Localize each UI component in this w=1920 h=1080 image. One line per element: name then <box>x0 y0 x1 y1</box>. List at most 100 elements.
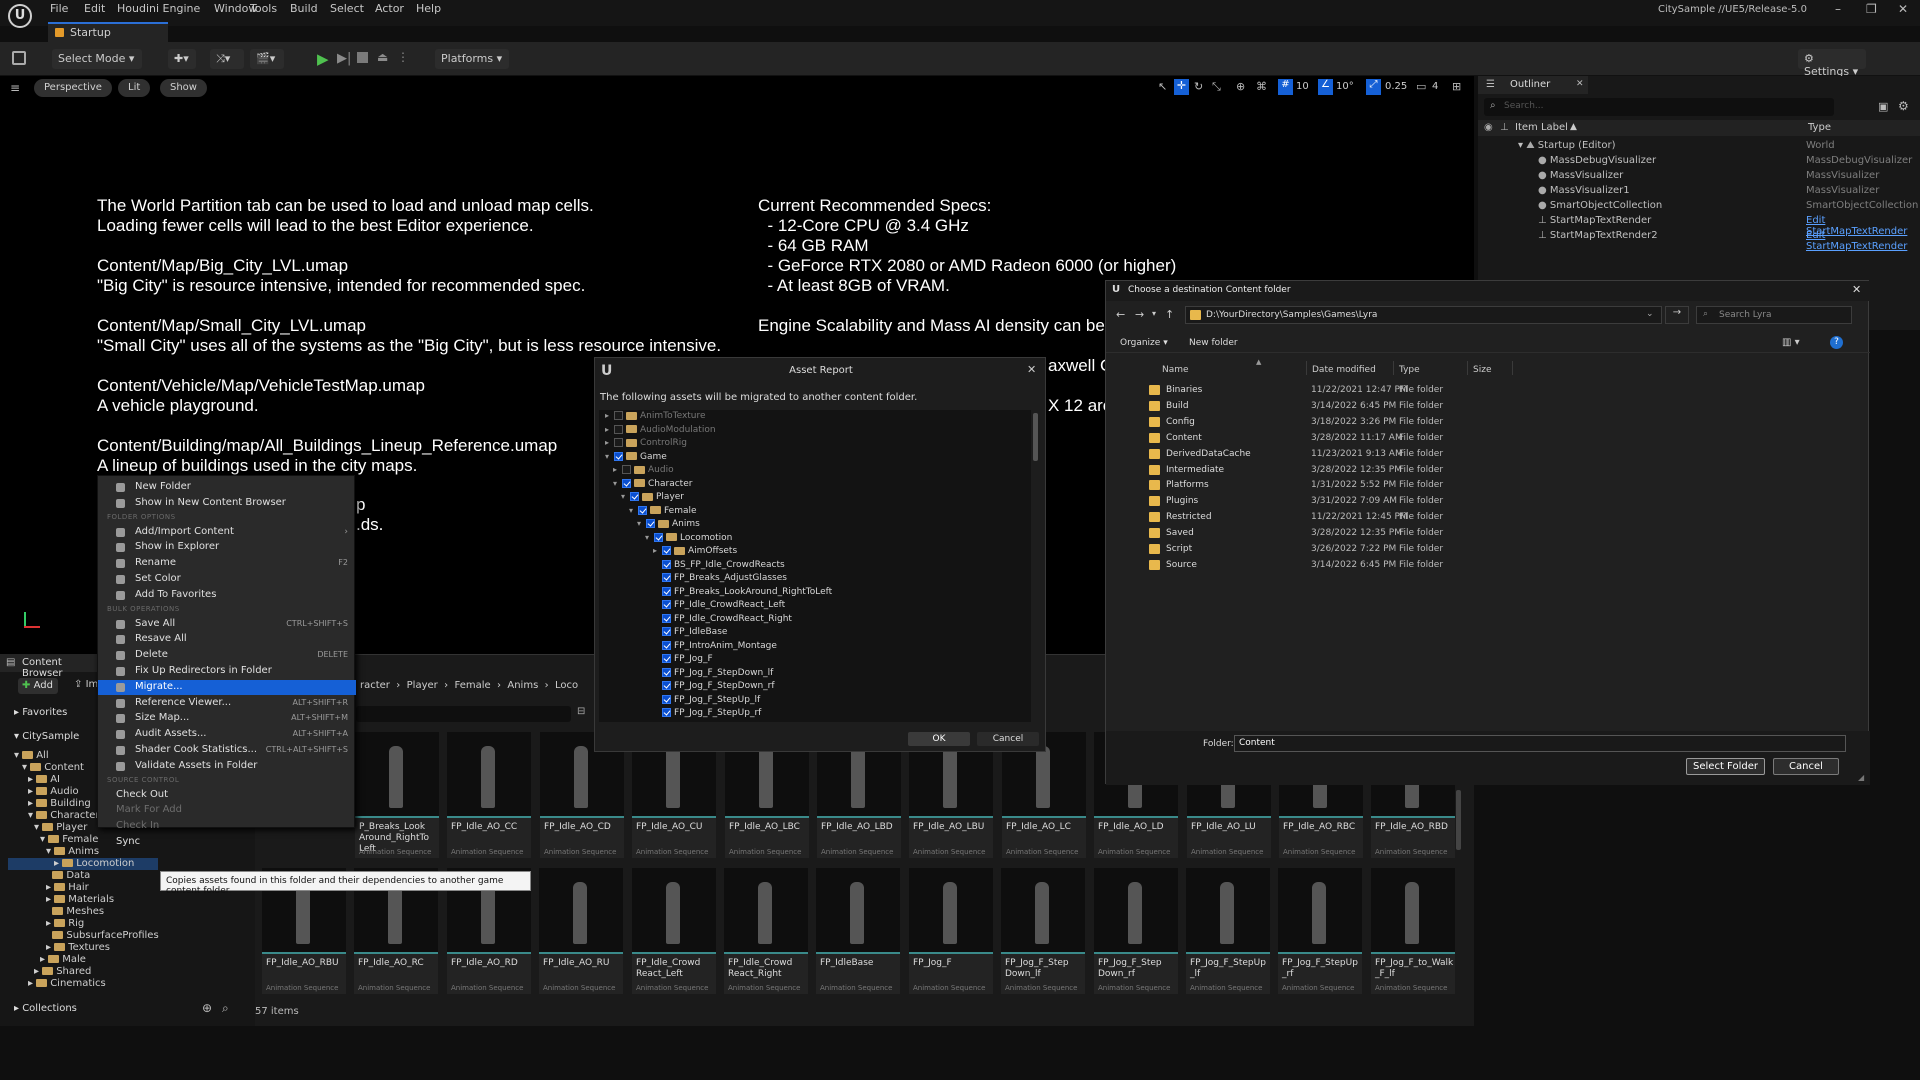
checkbox[interactable] <box>662 627 671 636</box>
visibility-icon[interactable]: ◉ <box>1484 122 1493 133</box>
add-collection-icon[interactable]: ⊕ <box>202 1001 212 1015</box>
menu-tools[interactable]: Tools <box>250 2 277 15</box>
perspective-button[interactable]: Perspective <box>34 79 112 97</box>
asset-tile[interactable]: FP_Jog_F_StepUp _rf Animation Sequence <box>1278 868 1362 994</box>
file-row[interactable]: Binaries 11/22/2021 12:47 PM File folder <box>1146 383 1546 398</box>
view-options-icon[interactable]: ▥ ▾ <box>1782 337 1800 348</box>
asset-report-row[interactable]: FP_Jog_F_StepDown_lf <box>653 667 773 678</box>
asset-tile[interactable]: P_Breaks_Look Around_RightTo Left Animati… <box>355 732 439 858</box>
checkbox[interactable] <box>646 519 655 528</box>
outliner-row[interactable]: ● MassDebugVisualizer <box>1538 155 1656 166</box>
expand-arrow-icon[interactable]: ▾ <box>645 533 654 542</box>
breadcrumb-item[interactable]: racter <box>360 680 390 691</box>
expand-arrow-icon[interactable]: ▸ <box>605 438 614 447</box>
report-cancel-button[interactable]: Cancel <box>977 732 1039 746</box>
expand-arrow-icon[interactable]: ▾ <box>637 519 646 528</box>
menu-build[interactable]: Build <box>290 2 318 15</box>
rotation-snap-icon[interactable]: ∠ <box>1318 79 1333 95</box>
asset-report-row[interactable]: ▸ Audio <box>613 465 674 475</box>
checkbox[interactable] <box>662 640 671 650</box>
tree-item-female[interactable]: ▾ Female <box>40 834 98 845</box>
forward-icon[interactable]: → <box>1135 308 1144 321</box>
eject-icon[interactable]: ⏏ <box>377 50 388 64</box>
menu-item-new-folder[interactable]: New Folder <box>98 480 356 495</box>
menu-item-rename[interactable]: Rename F2 <box>98 556 356 571</box>
expand-arrow-icon[interactable]: ▸ <box>605 411 614 420</box>
file-row[interactable]: Plugins 3/31/2022 7:09 AM File folder <box>1146 494 1546 509</box>
menu-item-delete[interactable]: Delete DELETE <box>98 648 356 663</box>
viewport-layout-icon[interactable]: ⊞ <box>1452 80 1461 93</box>
breadcrumb-item[interactable]: Player <box>407 680 438 691</box>
tree-item-rig[interactable]: ▸ Rig <box>46 918 84 929</box>
asset-scrollbar[interactable] <box>1456 790 1461 850</box>
asset-report-row[interactable]: FP_Idle_CrowdReact_Right <box>653 613 792 624</box>
world-space-icon[interactable]: ⊕ <box>1236 80 1245 93</box>
checkbox[interactable] <box>662 654 671 663</box>
file-row[interactable]: Build 3/14/2022 6:45 PM File folder <box>1146 399 1546 414</box>
asset-report-row[interactable]: FP_Jog_F_StepUp_rf <box>653 708 761 718</box>
file-row[interactable]: Content 3/28/2022 11:17 AM File folder <box>1146 431 1546 446</box>
asset-tile[interactable]: FP_Idle_Crowd React_Left Animation Sequen… <box>632 868 716 994</box>
save-icon[interactable] <box>12 51 26 65</box>
menu-actor[interactable]: Actor <box>375 2 404 15</box>
checkbox[interactable] <box>614 424 623 434</box>
checkbox[interactable] <box>662 613 671 623</box>
menu-item-migrate[interactable]: Migrate... <box>98 679 356 695</box>
report-scrollbar[interactable] <box>1033 413 1038 461</box>
close-dialog-icon[interactable]: ✕ <box>1852 283 1861 296</box>
scale-snap-icon[interactable]: ⤢ <box>1366 79 1381 95</box>
tree-item-content[interactable]: ▾ Content <box>22 762 84 773</box>
citysample-section[interactable]: ▾ CitySample <box>14 731 79 742</box>
close-outliner-icon[interactable]: ✕ <box>1576 79 1584 89</box>
select-tool-icon[interactable]: ↖ <box>1158 80 1167 93</box>
camera-speed-value[interactable]: 4 <box>1432 81 1438 92</box>
folder-search-input[interactable]: ⌕ Search Lyra <box>1696 306 1852 324</box>
menu-item-validate-assets-in-folder[interactable]: Validate Assets in Folder <box>98 759 356 774</box>
asset-report-row[interactable]: FP_Breaks_AdjustGlasses <box>653 573 787 583</box>
col-name[interactable]: Name <box>1162 365 1189 375</box>
outliner-row[interactable]: ⊥ StartMapTextRender2 <box>1538 230 1658 241</box>
rotate-icon[interactable]: ↻ <box>1194 80 1203 93</box>
expand-arrow-icon[interactable]: ▾ <box>605 452 614 461</box>
checkbox[interactable] <box>662 708 671 717</box>
pin-icon[interactable]: ⊥ <box>1500 122 1509 133</box>
refresh-icon[interactable]: → <box>1665 306 1689 324</box>
type-column[interactable]: Type <box>1808 122 1831 133</box>
menu-item-show-in-explorer[interactable]: Show in Explorer <box>98 540 356 555</box>
tree-item-male[interactable]: ▸ Male <box>40 954 86 965</box>
checkbox[interactable] <box>662 694 671 704</box>
asset-report-row[interactable]: ▸ AnimToTexture <box>605 411 706 421</box>
col-size[interactable]: Size <box>1473 365 1491 375</box>
asset-tile[interactable]: FP_Jog_F_to_Walk _F_lf Animation Sequence <box>1371 868 1455 994</box>
step-icon[interactable]: ▶| <box>337 51 351 66</box>
file-row[interactable]: Script 3/26/2022 7:22 PM File folder <box>1146 542 1546 557</box>
asset-report-row[interactable]: ▸ AimOffsets <box>653 546 737 556</box>
translate-icon[interactable]: ✛ <box>1174 79 1189 95</box>
surface-snap-icon[interactable]: ⌘ <box>1256 80 1267 93</box>
close-report-icon[interactable]: ✕ <box>1027 363 1036 376</box>
asset-search-input[interactable] <box>356 706 571 722</box>
outliner-row[interactable]: ● MassVisualizer <box>1538 170 1623 181</box>
asset-tile[interactable]: FP_Jog_F_Step Down_lf Animation Sequence <box>1001 868 1085 994</box>
menu-item-sync[interactable]: Sync <box>98 835 356 850</box>
menu-item-fix-up-redirectors-in-folder[interactable]: Fix Up Redirectors in Folder <box>98 664 356 679</box>
recent-locations-icon[interactable]: ▾ <box>1152 309 1156 318</box>
menu-item-show-in-new-content-browser[interactable]: Show in New Content Browser <box>98 496 356 511</box>
menu-edit[interactable]: Edit <box>84 2 105 15</box>
file-row[interactable]: Saved 3/28/2022 12:35 PM File folder <box>1146 526 1546 541</box>
import-button[interactable]: ⇪ Im <box>74 679 98 690</box>
settings-button[interactable]: ⚙ Settings ▾ <box>1798 49 1866 78</box>
tree-item-shared[interactable]: ▸ Shared <box>34 966 91 977</box>
asset-tile[interactable]: FP_IdleBase Animation Sequence <box>816 868 900 994</box>
outliner-row[interactable]: ● SmartObjectCollection <box>1538 200 1662 211</box>
asset-report-row[interactable]: ▸ ControlRig <box>605 438 687 448</box>
tree-item-building[interactable]: ▸ Building <box>28 798 91 809</box>
checkbox[interactable] <box>614 438 623 447</box>
minimize-icon[interactable]: – <box>1835 2 1841 16</box>
dialog-cancel-button[interactable]: Cancel <box>1773 758 1839 775</box>
file-row[interactable]: Source 3/14/2022 6:45 PM File folder <box>1146 558 1546 573</box>
outliner-row-world[interactable]: ▾ ⛰ Startup (Editor) <box>1518 140 1616 151</box>
asset-report-row[interactable]: BS_FP_Idle_CrowdReacts <box>653 559 785 570</box>
cinematics-button[interactable]: 🎬▾ <box>250 49 284 69</box>
content-browser-tab[interactable]: ▤ Content Browser <box>0 654 100 679</box>
